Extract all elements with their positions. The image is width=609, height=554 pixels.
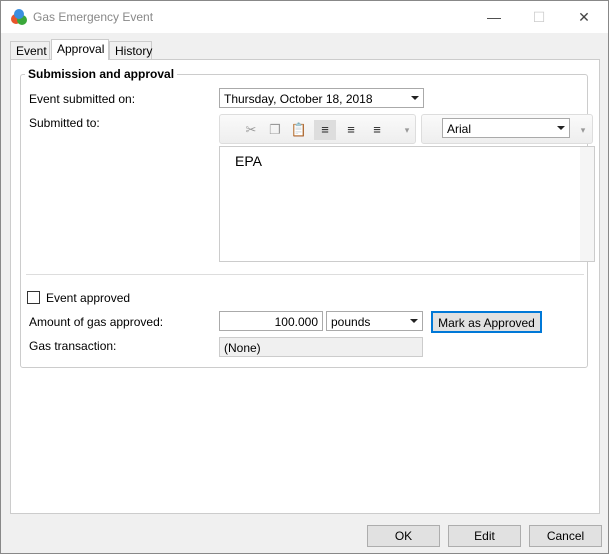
date-value: Thursday, October 18, 2018 <box>224 92 373 106</box>
tab-approval[interactable]: Approval <box>51 39 109 60</box>
gas-transaction-label: Gas transaction: <box>29 339 117 353</box>
font-toolbar: Arial ▾ <box>421 114 593 144</box>
window-title: Gas Emergency Event <box>33 10 154 24</box>
submitted-on-label: Event submitted on: <box>29 92 136 106</box>
transaction-value: (None) <box>224 341 261 355</box>
submitted-on-date-picker[interactable]: Thursday, October 18, 2018 <box>219 88 424 108</box>
event-approved-checkbox[interactable] <box>27 291 40 304</box>
submitted-to-editor[interactable]: EPA <box>219 146 595 262</box>
font-value: Arial <box>447 122 472 136</box>
event-approved-label: Event approved <box>46 291 131 305</box>
submitted-to-label: Submitted to: <box>29 116 100 130</box>
font-select[interactable]: Arial <box>442 118 570 138</box>
submission-group: Submission and approval Event submitted … <box>20 67 595 368</box>
editor-scrollbar[interactable] <box>580 147 594 261</box>
tab-history[interactable]: History <box>109 41 152 59</box>
copy-icon[interactable]: ❐ <box>264 120 286 140</box>
group-title: Submission and approval <box>25 67 178 81</box>
unit-select[interactable]: pounds <box>326 311 423 331</box>
dialog-window: Gas Emergency Event — ☐ ✕ Event Approval… <box>0 0 609 554</box>
align-left-icon[interactable]: ≡ <box>314 120 336 140</box>
align-center-icon[interactable]: ≡ <box>340 120 362 140</box>
mark-as-approved-button[interactable]: Mark as Approved <box>431 311 542 333</box>
title-bar: Gas Emergency Event — ☐ ✕ <box>1 1 608 33</box>
cut-icon[interactable]: ✂ <box>240 120 262 140</box>
app-icon <box>11 9 27 25</box>
edit-button[interactable]: Edit <box>448 525 521 547</box>
toolbar-overflow-icon[interactable]: ▾ <box>400 120 414 140</box>
cancel-button[interactable]: Cancel <box>529 525 602 547</box>
maximize-button[interactable]: ☐ <box>529 7 549 27</box>
align-right-icon[interactable]: ≡ <box>366 120 388 140</box>
format-toolbar: ✂ ❐ 📋 ≡ ≡ ≡ ▾ <box>219 114 416 144</box>
gas-transaction-field[interactable]: (None) <box>219 337 423 357</box>
chevron-down-icon[interactable] <box>557 126 565 130</box>
amount-label: Amount of gas approved: <box>29 315 164 329</box>
tab-event[interactable]: Event <box>10 41 50 59</box>
ok-button[interactable]: OK <box>367 525 440 547</box>
unit-value: pounds <box>331 315 371 329</box>
paste-icon[interactable]: 📋 <box>288 120 310 140</box>
divider <box>26 274 584 275</box>
toolbar-overflow-icon[interactable]: ▾ <box>576 120 590 140</box>
amount-value: 100.000 <box>274 315 318 329</box>
minimize-button[interactable]: — <box>484 7 504 27</box>
chevron-down-icon[interactable] <box>411 96 419 100</box>
editor-text: EPA <box>235 153 262 169</box>
amount-input[interactable]: 100.000 <box>219 311 323 331</box>
approval-panel: Submission and approval Event submitted … <box>10 59 600 514</box>
close-button[interactable]: ✕ <box>574 7 594 27</box>
chevron-down-icon[interactable] <box>410 319 418 323</box>
